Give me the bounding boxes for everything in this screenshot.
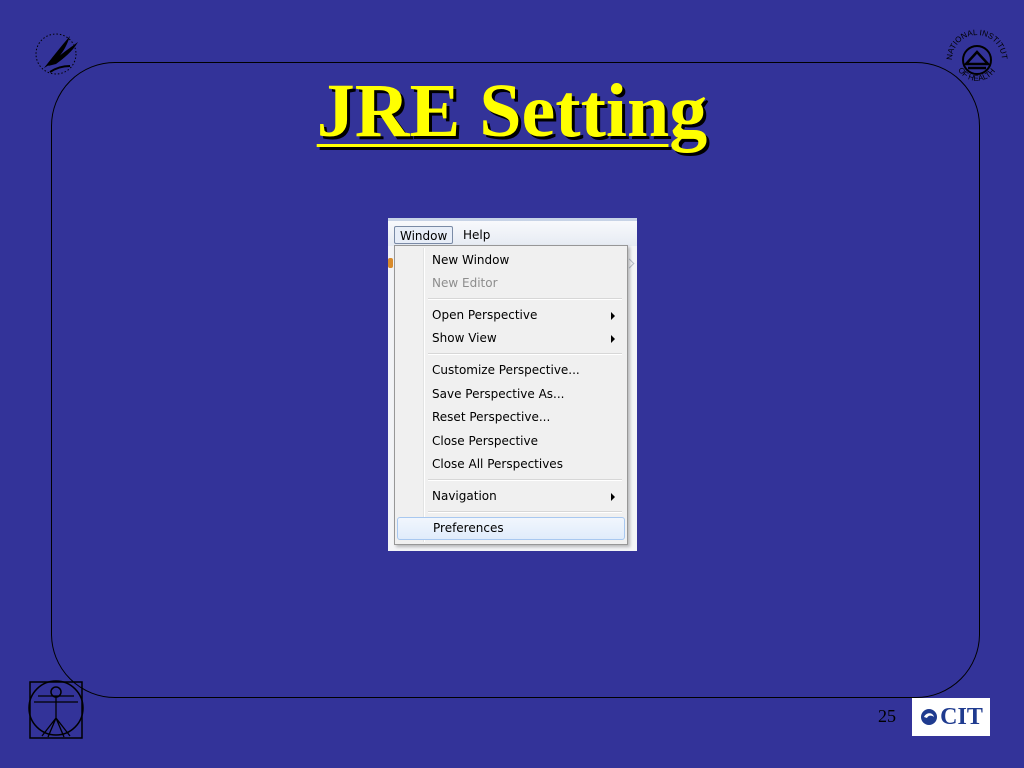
submenu-arrow-icon — [611, 493, 615, 501]
cit-swirl-icon — [921, 709, 938, 725]
cit-text: CIT — [940, 703, 983, 730]
menu-item-new-window[interactable]: New Window — [397, 249, 625, 272]
menu-item-close-all-perspectives[interactable]: Close All Perspectives — [397, 453, 625, 476]
menu-item-customize-perspective[interactable]: Customize Perspective... — [397, 359, 625, 382]
menu-item-show-view[interactable]: Show View — [397, 327, 625, 350]
slide-title: JRE Setting — [316, 69, 708, 153]
menu-item-save-perspective-as[interactable]: Save Perspective As... — [397, 383, 625, 406]
menu-separator — [428, 511, 622, 513]
toolbar-icon — [388, 258, 393, 268]
menu-item-open-perspective[interactable]: Open Perspective — [397, 304, 625, 327]
menu-help[interactable]: Help — [458, 226, 495, 244]
window-dropdown-menu: New Window New Editor Open Perspective S… — [394, 245, 628, 545]
menu-separator — [428, 298, 622, 300]
menu-item-preferences[interactable]: Preferences — [397, 517, 625, 540]
menu-separator — [428, 479, 622, 481]
menu-item-navigation[interactable]: Navigation — [397, 485, 625, 508]
menu-bar: Window Help — [388, 218, 637, 246]
page-number: 25 — [878, 706, 896, 726]
submenu-arrow-icon — [611, 312, 615, 320]
vitruvian-man-logo — [28, 680, 84, 739]
svg-text:NATIONAL INSTITUTES: NATIONAL INSTITUTES — [944, 26, 1009, 60]
submenu-arrow-icon — [611, 335, 615, 343]
menu-item-new-editor: New Editor — [432, 276, 498, 290]
menu-item-reset-perspective[interactable]: Reset Perspective... — [397, 406, 625, 429]
menu-window[interactable]: Window — [394, 226, 454, 244]
menu-separator — [428, 353, 622, 355]
menu-item-close-perspective[interactable]: Close Perspective — [397, 430, 625, 453]
window-menu-screenshot: Window Help New Window New Editor Open P… — [388, 218, 637, 551]
cit-logo: CIT — [912, 698, 990, 736]
